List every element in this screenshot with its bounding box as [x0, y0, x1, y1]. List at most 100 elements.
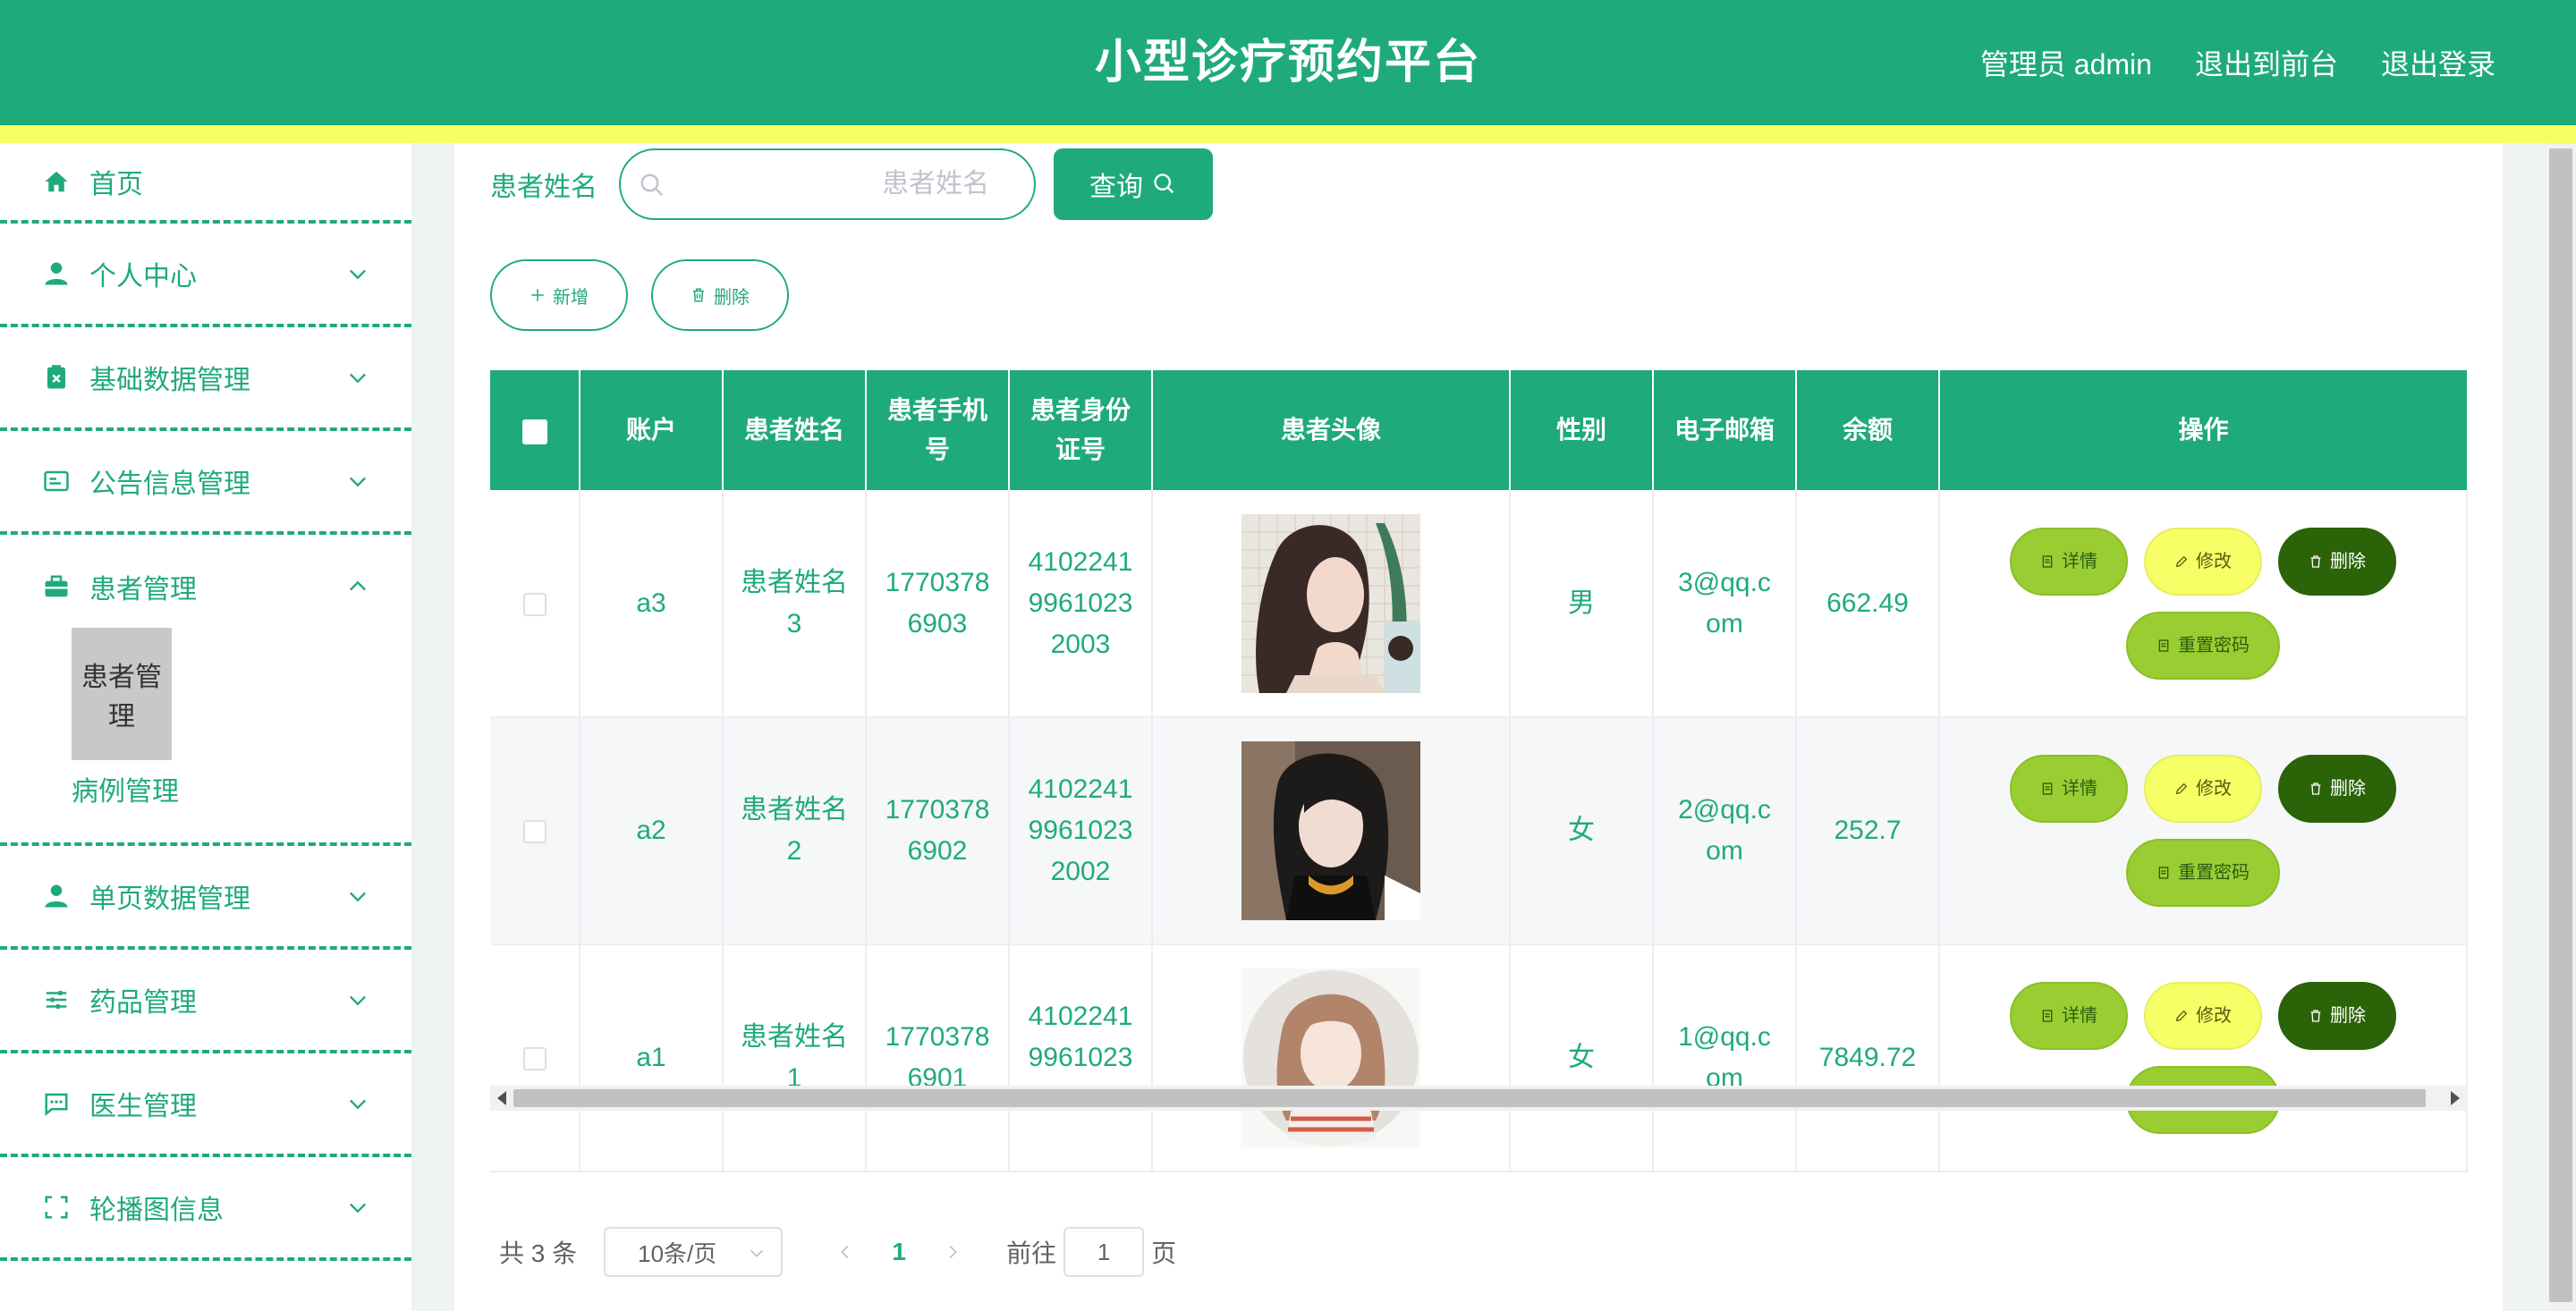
document-icon: [2158, 867, 2169, 879]
detail-button[interactable]: 详情: [2010, 755, 2128, 823]
sidebar-item-label: 医生管理: [89, 1092, 197, 1121]
pagination: 共 3 条 10条/页 1 前往 页: [499, 1227, 1176, 1277]
row-checkbox[interactable]: [522, 1047, 547, 1071]
scroll-left-icon[interactable]: [497, 1091, 506, 1105]
vertical-scrollbar[interactable]: [2546, 143, 2576, 1311]
detail-button[interactable]: 详情: [2010, 527, 2128, 596]
sidebar-item-medicine[interactable]: 药品管理: [0, 950, 411, 1053]
cell-text: 17703786903: [885, 567, 990, 639]
goto-page-input[interactable]: [1063, 1227, 1145, 1277]
sidebar-item-single-page[interactable]: 单页数据管理: [0, 846, 411, 950]
reset-password-button[interactable]: 重置密码: [2126, 839, 2280, 907]
column-header[interactable]: 账户: [580, 370, 724, 490]
search-field[interactable]: [619, 148, 1036, 220]
detail-button[interactable]: 详情: [2010, 982, 2128, 1050]
trash-icon: [693, 288, 704, 302]
plus-icon: [531, 289, 544, 301]
submenu-item-patient-manage[interactable]: 患者管理: [72, 628, 411, 760]
cell-balance: 662.49: [1796, 490, 1940, 718]
document-icon: [2158, 639, 2169, 652]
cell-avatar: [1152, 717, 1511, 945]
patient-avatar-image[interactable]: [1241, 513, 1420, 693]
document-icon: [2042, 782, 2053, 795]
row-checkbox[interactable]: [522, 592, 547, 616]
patient-avatar-image[interactable]: [1241, 968, 1420, 1147]
sidebar-item-patient[interactable]: 患者管理: [0, 535, 411, 639]
cell-balance: 252.7: [1796, 717, 1940, 945]
cell-operations: 详情 修改 删除 重置密码: [1939, 717, 2468, 945]
submenu-item-label: 患者管理: [72, 628, 172, 760]
query-button[interactable]: 查询: [1054, 148, 1213, 220]
scroll-right-icon[interactable]: [2451, 1091, 2460, 1105]
cell-email: 3@qq.com: [1653, 490, 1797, 718]
row-checkbox[interactable]: [522, 820, 547, 844]
page-size-value: 10条/页: [638, 1239, 717, 1267]
exit-to-front-link[interactable]: 退出到前台: [2195, 42, 2338, 83]
column-header[interactable]: 患者手机号: [866, 370, 1010, 490]
logout-link[interactable]: 退出登录: [2381, 42, 2496, 83]
next-page-button[interactable]: [926, 1227, 979, 1277]
cell-balance: 7849.72: [1796, 944, 1940, 1172]
row-delete-button[interactable]: 删除: [2278, 527, 2396, 596]
chevron-down-icon: [350, 1099, 366, 1110]
prev-page-button[interactable]: [818, 1227, 872, 1277]
sidebar-item-personal-center[interactable]: 个人中心: [0, 224, 411, 327]
cell-operations: 详情 修改 删除 重置密码: [1939, 490, 2468, 718]
cell-account: a2: [580, 717, 724, 945]
sidebar-item-doctor[interactable]: 医生管理: [0, 1053, 411, 1157]
table-header-row: 账户 患者姓名 患者手机号 患者身份证号 患者头像 性别 电子邮箱 余额 操作: [490, 370, 2467, 490]
horizontal-scrollbar[interactable]: [490, 1086, 2467, 1111]
row-delete-button[interactable]: 删除: [2278, 982, 2396, 1050]
column-header-label: 患者手机号: [886, 396, 987, 463]
table-row: a2 患者姓名2 17703786902 410224199610232002: [490, 717, 2468, 945]
cell-email: 1@qq.com: [1653, 944, 1797, 1172]
sidebar-item-basic-data[interactable]: 基础数据管理: [0, 327, 411, 431]
column-header[interactable]: 患者身份证号: [1009, 370, 1153, 490]
chevron-down-icon: [350, 995, 366, 1006]
cell-text: 2@qq.com: [1678, 795, 1771, 866]
column-header[interactable]: 患者姓名: [723, 370, 867, 490]
sidebar-item-home[interactable]: 首页: [0, 143, 411, 224]
column-header[interactable]: 电子邮箱: [1653, 370, 1797, 490]
edit-button[interactable]: 修改: [2144, 527, 2262, 596]
table-row: a1 患者姓名1 17703786901 410224199610232001: [490, 944, 2468, 1172]
reset-password-button[interactable]: 重置密码: [2126, 611, 2280, 680]
cell-text: 患者姓名2: [741, 795, 848, 866]
patient-avatar-image[interactable]: [1241, 741, 1420, 920]
header-stripe: [0, 125, 2576, 143]
delete-label: 删除: [2330, 1006, 2366, 1026]
clipboard-icon: [41, 362, 72, 393]
cell-id-number: 410224199610232001: [1009, 944, 1153, 1172]
pencil-icon: [2175, 1010, 2188, 1022]
column-header[interactable]: 患者头像: [1152, 370, 1511, 490]
patient-submenu: 患者管理 病例管理: [0, 628, 411, 846]
scrollbar-thumb[interactable]: [513, 1089, 2426, 1107]
reset-label: 重置密码: [2178, 635, 2250, 656]
page-size-select[interactable]: 10条/页: [604, 1227, 784, 1277]
sidebar-item-label: 药品管理: [89, 988, 197, 1018]
column-header[interactable]: 性别: [1510, 370, 1654, 490]
sidebar-item-label: 轮播图信息: [89, 1196, 224, 1225]
edit-button[interactable]: 修改: [2144, 755, 2262, 823]
chevron-down-icon: [750, 1249, 764, 1257]
add-button[interactable]: 新增: [490, 259, 628, 331]
scrollbar-thumb[interactable]: [2549, 148, 2572, 1302]
batch-delete-button[interactable]: 删除: [651, 259, 789, 331]
chevron-down-icon: [350, 477, 366, 487]
cell-gender: 女: [1510, 944, 1654, 1172]
page-number[interactable]: 1: [872, 1238, 926, 1266]
sidebar-item-notice[interactable]: 公告信息管理: [0, 431, 411, 535]
sidebar-item-carousel[interactable]: 轮播图信息: [0, 1157, 411, 1261]
cell-id-number: 410224199610232003: [1009, 490, 1153, 718]
pencil-icon: [2175, 782, 2188, 795]
person-icon: [41, 258, 72, 289]
sidebar-item-label: 单页数据管理: [89, 884, 250, 914]
edit-button[interactable]: 修改: [2144, 982, 2262, 1050]
patient-table: 账户 患者姓名 患者手机号 患者身份证号 患者头像 性别 电子邮箱 余额 操作 …: [490, 370, 2468, 1172]
select-all-checkbox[interactable]: [521, 419, 547, 444]
column-header[interactable]: 余额: [1796, 370, 1940, 490]
delete-button-label: 删除: [714, 287, 750, 308]
search-input[interactable]: [674, 150, 1014, 218]
row-delete-button[interactable]: 删除: [2278, 755, 2396, 823]
header-actions: 管理员 admin 退出到前台 退出登录: [1980, 0, 2496, 125]
